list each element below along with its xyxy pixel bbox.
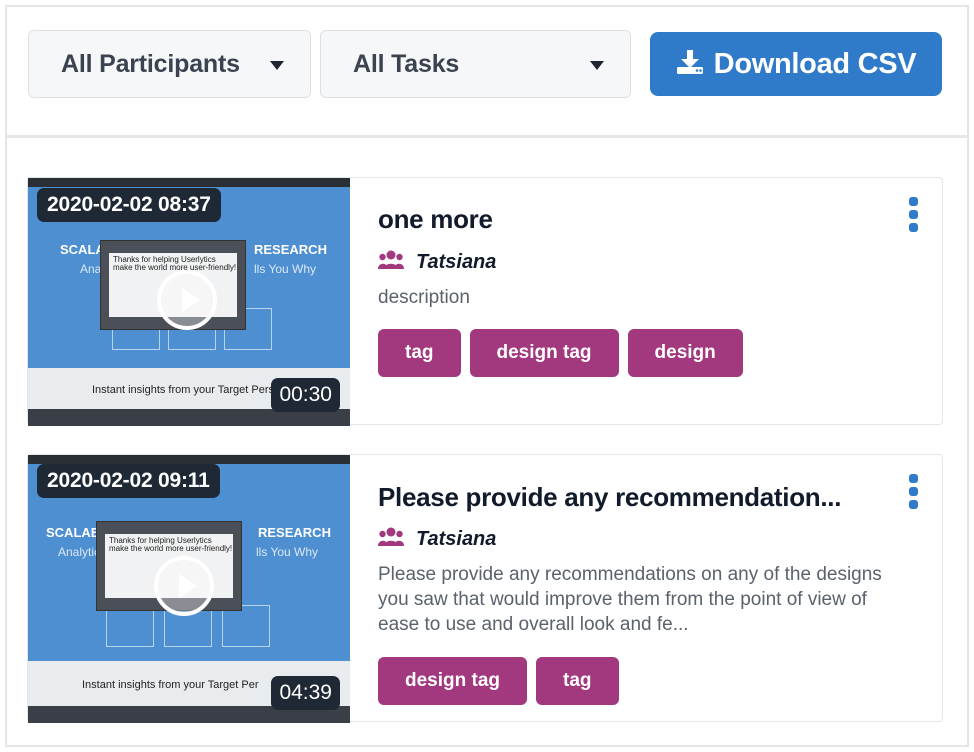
recording-duration: 04:39	[271, 676, 340, 710]
recording-description: Please provide any recommendations on an…	[378, 564, 882, 635]
thumbnail-dialog-text: Thanks for helping Userlytics make the w…	[113, 255, 237, 273]
participants-filter-label: All Participants	[61, 49, 240, 78]
participant: Tatsiana	[378, 250, 496, 275]
tag-chip[interactable]: design	[627, 329, 743, 377]
thumbnail-feature-box	[106, 605, 154, 647]
recording-title[interactable]: Please provide any recommendation...	[378, 482, 841, 513]
users-icon	[378, 250, 404, 275]
thumbnail-footer-text: Instant insights from your Target Per	[82, 679, 259, 691]
video-thumbnail[interactable]: SCALAE RESEARCH Analyti lls You Why Than…	[28, 178, 350, 426]
thumbnail-feature-box	[222, 605, 270, 647]
thumbnail-heading-right: RESEARCH	[258, 525, 331, 540]
toolbar-divider	[7, 135, 967, 138]
tag-chip[interactable]: tag	[536, 657, 619, 705]
recording-timestamp: 2020-02-02 08:37	[37, 188, 221, 222]
recording-card: SCALAE RESEARCH Analyti lls You Why Than…	[27, 177, 943, 426]
download-csv-button[interactable]: Download CSV	[650, 32, 942, 96]
tag-chip[interactable]: design tag	[378, 657, 528, 705]
tasks-filter-label: All Tasks	[353, 49, 460, 78]
recording-description: description	[378, 287, 470, 308]
participant: Tatsiana	[378, 527, 496, 552]
caret-down-icon	[270, 61, 284, 70]
recording-title[interactable]: one more	[378, 204, 493, 235]
thumbnail-sub-right: lls You Why	[256, 545, 319, 559]
tag-list: design tag tag	[378, 657, 619, 705]
kebab-menu-icon[interactable]	[909, 474, 918, 509]
thumbnail-menubar	[28, 455, 350, 464]
download-csv-label: Download CSV	[713, 47, 917, 80]
caret-down-icon	[590, 61, 604, 70]
kebab-menu-icon[interactable]	[909, 197, 918, 232]
thumbnail-menubar	[28, 178, 350, 187]
video-thumbnail[interactable]: SCALAE RESEARCH Analytic lls You Why Tha…	[28, 455, 350, 723]
recording-timestamp: 2020-02-02 09:11	[37, 464, 220, 498]
play-icon[interactable]	[154, 556, 214, 616]
thumbnail-sub-right: lls You Why	[254, 262, 317, 276]
thumbnail-dialog-text: Thanks for helping Userlytics make the w…	[109, 536, 233, 554]
tag-chip[interactable]: design tag	[469, 329, 619, 377]
tag-chip[interactable]: tag	[378, 329, 461, 377]
thumbnail-heading-right: RESEARCH	[254, 242, 327, 257]
thumbnail-footer-text: Instant insights from your Target Pers	[92, 384, 274, 396]
tag-list: tag design tag design	[378, 329, 743, 377]
thumbnail-heading-left: SCALAE	[46, 525, 100, 540]
users-icon	[378, 527, 404, 552]
participant-name[interactable]: Tatsiana	[416, 528, 496, 551]
recording-card: SCALAE RESEARCH Analytic lls You Why Tha…	[27, 454, 943, 723]
recording-duration: 00:30	[271, 378, 340, 412]
thumbnail-sub-left: Analytic	[58, 545, 101, 559]
tasks-filter-select[interactable]: All Tasks	[320, 30, 631, 98]
download-icon	[676, 49, 704, 80]
participant-name[interactable]: Tatsiana	[416, 251, 496, 274]
participants-filter-select[interactable]: All Participants	[28, 30, 311, 98]
play-icon[interactable]	[157, 270, 217, 330]
